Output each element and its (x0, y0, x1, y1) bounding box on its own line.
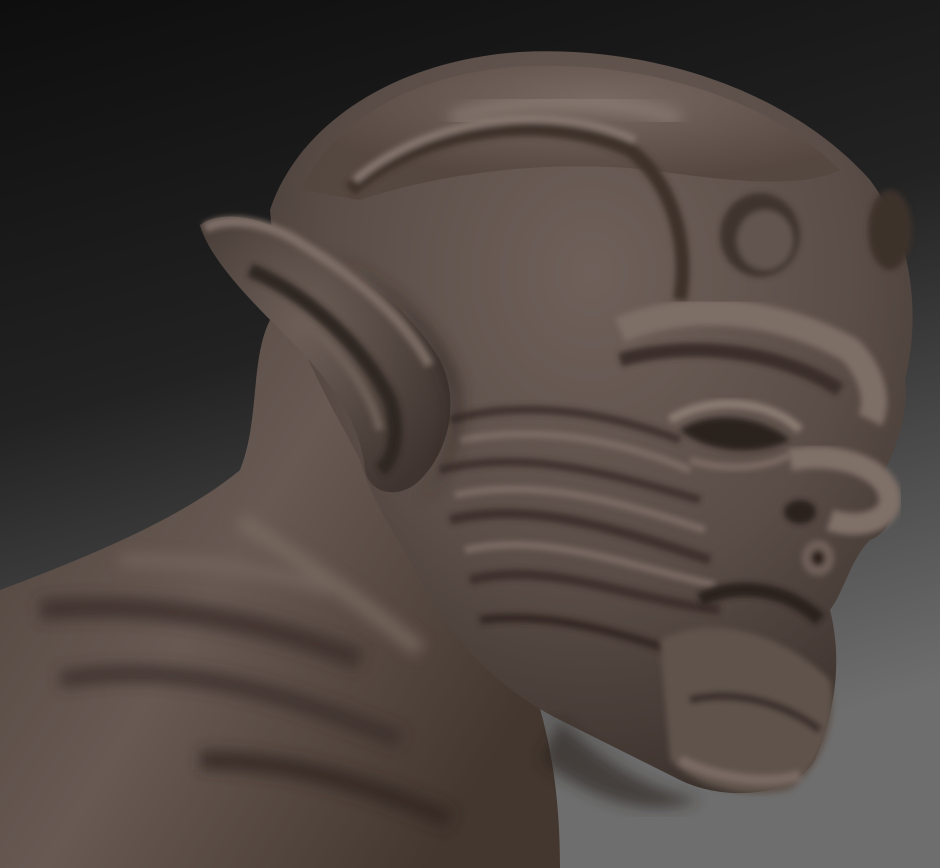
sculpt-render (0, 0, 940, 868)
sculpt-viewport[interactable] (0, 0, 940, 868)
